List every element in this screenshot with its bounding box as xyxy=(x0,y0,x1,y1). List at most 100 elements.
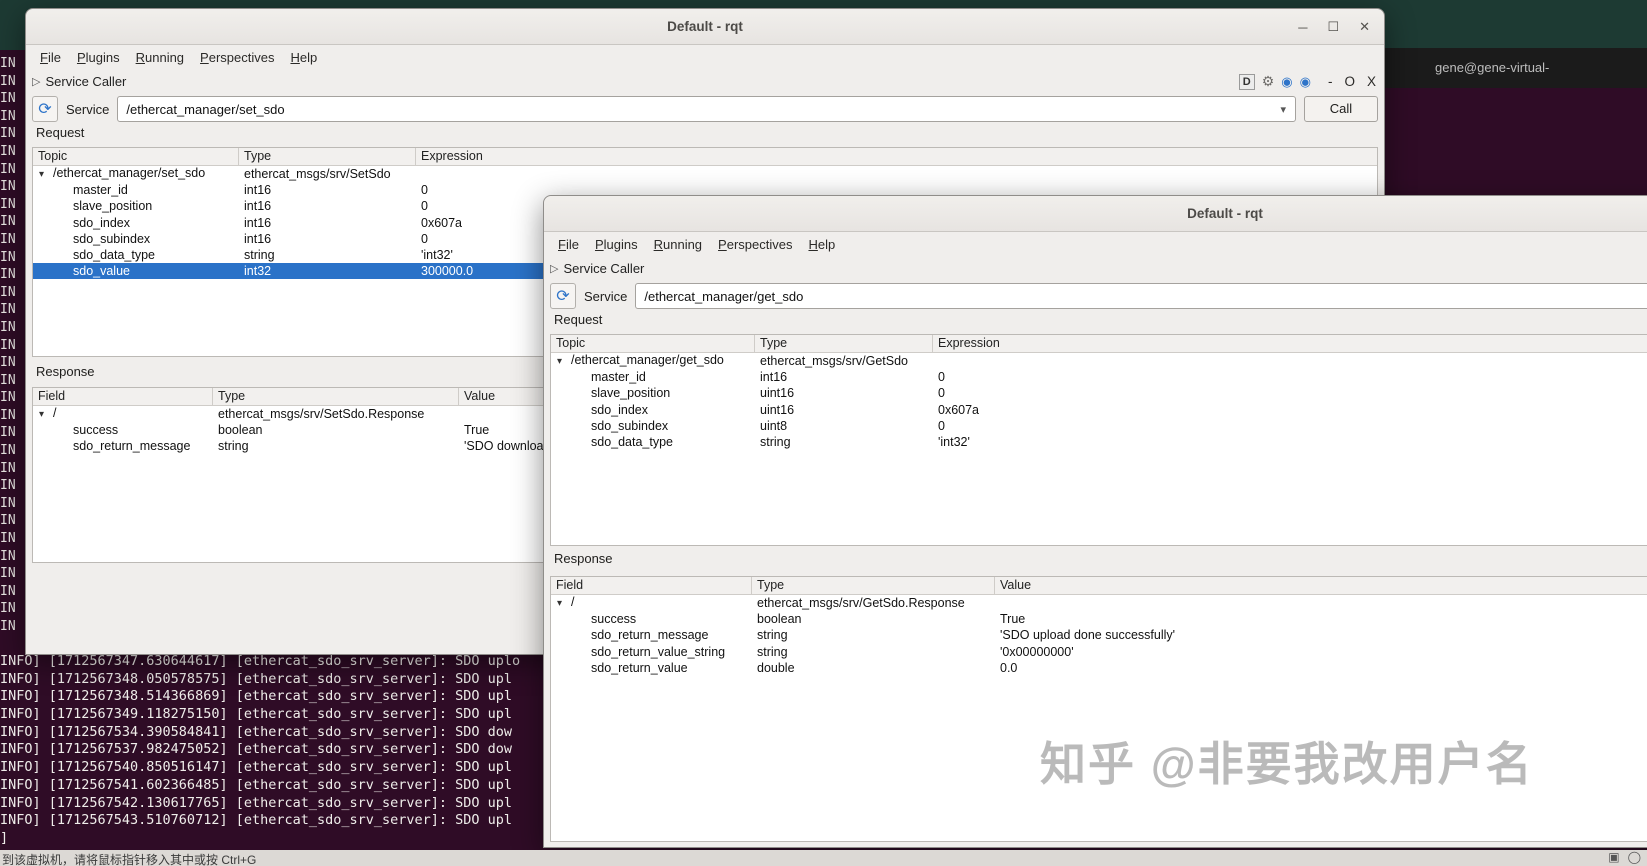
tree-expander-icon[interactable]: ▾ xyxy=(39,407,53,423)
request-section-label: Request xyxy=(554,312,602,327)
close-button[interactable]: ✕ xyxy=(1359,19,1370,35)
tree-expander-icon[interactable]: ▾ xyxy=(39,167,53,183)
window-titlebar[interactable]: Default - rqt ─ ☐ ✕ xyxy=(544,196,1647,232)
table-row[interactable]: slave_positionuint160 xyxy=(551,385,1647,401)
table-row[interactable]: sdo_indexuint160x607a xyxy=(551,402,1647,418)
table-body: ▾/ethercat_msgs/srv/GetSdo.Responsesucce… xyxy=(551,595,1647,676)
minimize-button[interactable]: ─ xyxy=(1298,20,1307,35)
table-cell: 0 xyxy=(933,418,1647,434)
table-cell: string xyxy=(213,438,459,454)
table-cell: 'int32' xyxy=(933,434,1647,450)
ros-icon[interactable]: ◉ xyxy=(1300,74,1311,90)
table-cell: slave_position xyxy=(551,385,755,401)
table-cell: double xyxy=(752,660,995,676)
dock-close-button[interactable]: X xyxy=(1367,74,1376,89)
table-row[interactable]: master_idint160 xyxy=(551,369,1647,385)
gear-icon[interactable]: ⚙ xyxy=(1262,73,1275,90)
terminal-clipped-line: IN xyxy=(0,73,25,91)
column-header[interactable]: Type xyxy=(213,388,459,405)
table-cell: slave_position xyxy=(33,198,239,214)
menu-item[interactable]: Plugins xyxy=(587,237,646,252)
call-button[interactable]: Call xyxy=(1304,96,1378,122)
table-row[interactable]: sdo_data_typestring'int32' xyxy=(551,434,1647,450)
table-row[interactable]: ▾/ethercat_manager/get_sdoethercat_msgs/… xyxy=(551,353,1647,369)
window-titlebar[interactable]: Default - rqt ─ ☐ ✕ xyxy=(26,9,1384,45)
table-row[interactable]: sdo_return_messagestring'SDO upload done… xyxy=(551,627,1647,643)
window-controls: ─ ☐ ✕ xyxy=(1298,9,1370,45)
service-row: ⟳ Service /ethercat_manager/get_sdo ▾ Ca… xyxy=(550,282,1647,310)
menu-item[interactable]: File xyxy=(550,237,587,252)
menu-bar: FilePluginsRunningPerspectivesHelp xyxy=(26,45,1384,69)
menu-item[interactable]: Help xyxy=(282,50,325,65)
table-row[interactable]: ▾/ethercat_manager/set_sdoethercat_msgs/… xyxy=(33,166,1377,182)
column-header[interactable]: Expression xyxy=(933,335,1647,352)
terminal-title: gene@gene-virtual- xyxy=(1435,60,1549,75)
terminal-log-line: INFO] [1712567542.130617765] [ethercat_s… xyxy=(0,795,620,813)
table-header-row: FieldTypeValue xyxy=(551,577,1647,595)
table-row[interactable]: successbooleanTrue xyxy=(551,611,1647,627)
table-row[interactable]: sdo_return_valuedouble0.0 xyxy=(551,660,1647,676)
table-cell: 0 xyxy=(933,385,1647,401)
terminal-titlebar[interactable]: gene@gene-virtual- xyxy=(1385,48,1647,88)
menu-item[interactable]: Perspectives xyxy=(710,237,800,252)
dock-badge-icon[interactable]: D xyxy=(1239,74,1255,90)
column-header[interactable]: Field xyxy=(33,388,213,405)
service-value: /ethercat_manager/set_sdo xyxy=(126,102,284,117)
refresh-button[interactable]: ⟳ xyxy=(550,283,576,309)
tray-circle-icon: ◯ xyxy=(1628,850,1641,864)
plugin-header: ▷ Service Caller D ⚙ ◉ ◉ - O X xyxy=(550,257,1647,280)
column-header[interactable]: Value xyxy=(995,577,1647,594)
service-combobox[interactable]: /ethercat_manager/get_sdo ▾ xyxy=(635,283,1647,309)
menu-item[interactable]: Perspectives xyxy=(192,50,282,65)
dock-minimize-button[interactable]: - xyxy=(1328,74,1333,89)
refresh-icon: ⟳ xyxy=(38,99,51,119)
request-table: TopicTypeExpression ▾/ethercat_manager/g… xyxy=(550,334,1647,546)
terminal-clipped-line: IN xyxy=(0,442,25,460)
column-header[interactable]: Type xyxy=(752,577,995,594)
table-cell: int16 xyxy=(239,215,416,231)
ros-icon[interactable]: ◉ xyxy=(1281,74,1292,90)
menu-item[interactable]: Help xyxy=(800,237,843,252)
terminal-clipped-line: IN xyxy=(0,424,25,442)
panel-expander-icon[interactable]: ▷ xyxy=(32,75,40,88)
service-combobox[interactable]: /ethercat_manager/set_sdo ▾ xyxy=(117,96,1296,122)
terminal-clipped-line: IN xyxy=(0,477,25,495)
menu-item[interactable]: Running xyxy=(128,50,192,65)
column-header[interactable]: Topic xyxy=(33,148,239,165)
menu-item[interactable]: Running xyxy=(646,237,710,252)
tree-expander-icon[interactable]: ▾ xyxy=(557,354,571,370)
terminal-log-line: INFO] [1712567540.850516147] [ethercat_s… xyxy=(0,759,620,777)
terminal-clipped-line: IN xyxy=(0,495,25,513)
table-row[interactable]: sdo_subindexuint80 xyxy=(551,418,1647,434)
table-row[interactable]: sdo_return_value_stringstring'0x00000000… xyxy=(551,644,1647,660)
table-cell: string xyxy=(239,247,416,263)
menu-item[interactable]: File xyxy=(32,50,69,65)
refresh-button[interactable]: ⟳ xyxy=(32,96,58,122)
table-cell: int16 xyxy=(755,369,933,385)
menu-bar: FilePluginsRunningPerspectivesHelp xyxy=(544,232,1647,256)
column-header[interactable]: Topic xyxy=(551,335,755,352)
column-header[interactable]: Field xyxy=(551,577,752,594)
table-row[interactable]: ▾/ethercat_msgs/srv/GetSdo.Response xyxy=(551,595,1647,611)
terminal-clipped-line: IN xyxy=(0,161,25,179)
menu-item[interactable]: Plugins xyxy=(69,50,128,65)
terminal-clipped-line: IN xyxy=(0,319,25,337)
column-header[interactable]: Type xyxy=(239,148,416,165)
dock-buttons: - O X xyxy=(1328,74,1376,89)
maximize-button[interactable]: ☐ xyxy=(1327,19,1339,35)
window-title: Default - rqt xyxy=(26,9,1384,45)
table-cell: ethercat_msgs/srv/GetSdo xyxy=(755,353,933,369)
terminal-clipped-line: IN xyxy=(0,512,25,530)
tree-expander-icon[interactable]: ▾ xyxy=(557,596,571,612)
table-cell: sdo_return_message xyxy=(33,438,213,454)
column-header[interactable]: Type xyxy=(755,335,933,352)
table-header-row: TopicTypeExpression xyxy=(33,148,1377,166)
terminal-clipped-line: IN xyxy=(0,213,25,231)
table-cell: ethercat_msgs/srv/GetSdo.Response xyxy=(752,595,995,611)
terminal-clipped-line: IN xyxy=(0,600,25,618)
refresh-icon: ⟳ xyxy=(556,286,569,306)
dock-float-button[interactable]: O xyxy=(1344,74,1355,89)
panel-expander-icon[interactable]: ▷ xyxy=(550,262,558,275)
table-cell: 'SDO upload done successfully' xyxy=(995,627,1647,643)
column-header[interactable]: Expression xyxy=(416,148,1377,165)
